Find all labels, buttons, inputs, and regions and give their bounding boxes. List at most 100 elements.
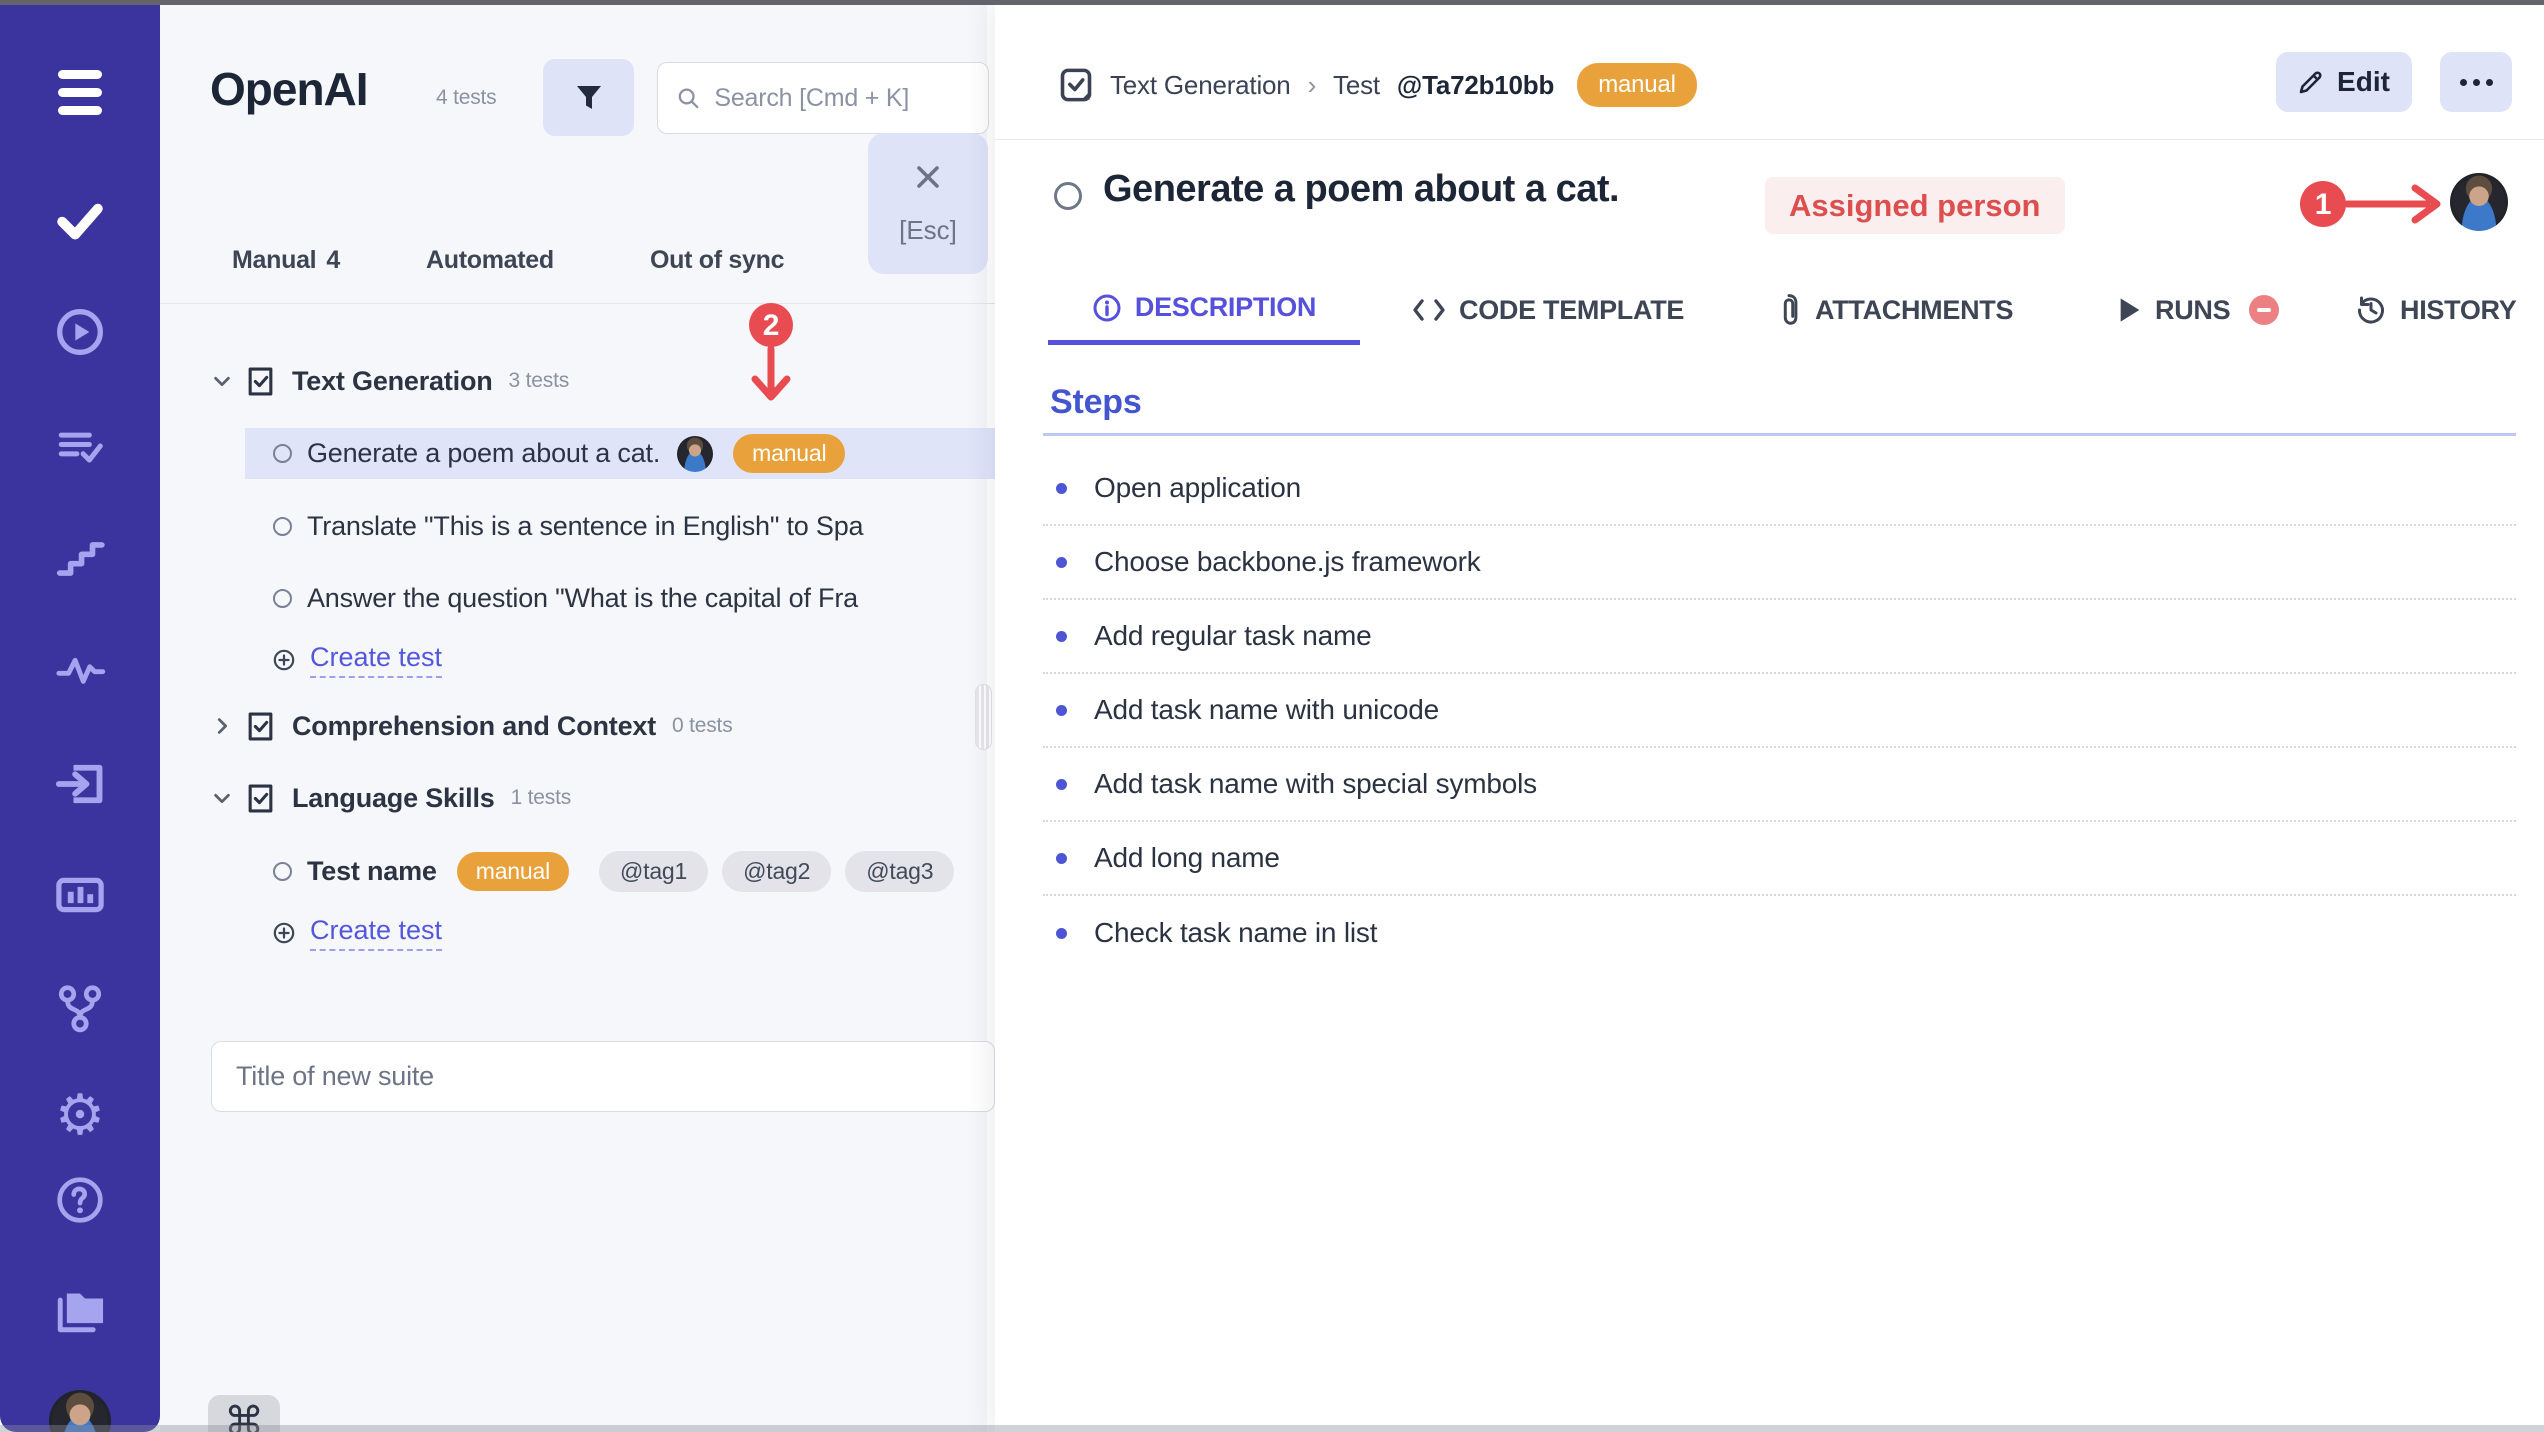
suite-name: Language Skills [292,783,495,814]
breadcrumb-suite-link[interactable]: Text Generation [1110,70,1291,101]
pencil-icon [2298,69,2324,95]
sidebar-item-test-runs[interactable] [0,302,160,362]
assignee-avatar[interactable] [2450,173,2508,231]
step-item: Add task name with unicode [1043,674,2516,748]
chevron-right-icon [211,715,233,737]
bullet-icon [1056,928,1067,939]
suite-row-text-generation[interactable]: Text Generation 3 tests [160,355,995,407]
runs-blocked-badge [2249,295,2279,325]
step-item: Add long name [1043,822,2516,896]
horizontal-scrollbar[interactable] [0,1425,2544,1432]
test-row-translate[interactable]: Translate "This is a sentence in English… [160,500,995,552]
suite-document-icon [247,366,274,397]
test-row-test-name[interactable]: Test name manual @tag1 @tag2 @tag3 [160,845,995,897]
sidebar-item-activity[interactable] [0,640,160,700]
list-check-icon [55,421,105,471]
sidebar-item-projects[interactable] [0,1280,160,1340]
steps-stairs-icon [55,534,105,584]
close-drawer-button[interactable]: [Esc] [868,133,988,274]
test-status-icon [273,444,292,463]
test-row-answer-question[interactable]: Answer the question "What is the capital… [160,572,995,624]
tabs-divider [160,303,995,304]
suite-row-comprehension[interactable]: Comprehension and Context 0 tests [160,700,995,752]
suite-document-icon [247,783,274,814]
search-input[interactable] [714,84,970,113]
tab-manual[interactable]: Manual 4 [232,218,340,303]
drawer-resize-handle[interactable] [975,684,992,750]
plus-circle-icon [273,922,295,944]
tab-attachments[interactable]: ATTACHMENTS [1776,275,2013,345]
sidebar-item-milestones[interactable] [0,529,160,589]
tag-pill[interactable]: @tag3 [845,851,954,892]
new-suite-title-input[interactable] [211,1041,995,1112]
sidebar-item-reports[interactable] [0,865,160,925]
suite-count: 1 tests [511,786,571,810]
assignee-avatar [677,436,713,472]
sidebar-item-settings[interactable]: ⚙ [0,1086,160,1146]
tab-runs[interactable]: RUNS [2118,275,2279,345]
suite-count: 0 tests [672,714,732,738]
filter-button[interactable] [543,59,634,136]
app-sidebar: ⚙ [0,0,160,1432]
breadcrumb-test-id: @Ta72b10bb [1397,70,1554,101]
esc-hint-label: [Esc] [899,215,957,246]
activity-pulse-icon [54,644,106,696]
sidebar-item-versions[interactable] [0,978,160,1038]
test-status-icon [273,517,292,536]
test-title: Generate a poem about a cat. [1103,168,1619,211]
gear-icon: ⚙ [55,1088,105,1144]
branch-icon [55,983,105,1033]
step-item: Add task name with special symbols [1043,748,2516,822]
step-item: Check task name in list [1043,896,2516,970]
plus-circle-icon [273,649,295,671]
chevron-down-icon [211,370,233,392]
bullet-icon [1056,631,1067,642]
create-test-link[interactable]: Create test [160,907,995,959]
sidebar-item-help[interactable] [0,1170,160,1230]
search-box [657,62,989,134]
tab-code-template[interactable]: CODE TEMPLATE [1412,275,1684,345]
project-tests-count: 4 tests [436,86,496,110]
tab-out-of-sync[interactable]: Out of sync [650,218,784,303]
search-icon [676,84,700,112]
chevron-down-icon [211,787,233,809]
edit-button[interactable]: Edit [2276,52,2412,112]
annotation-marker-1: 1 [2295,174,2465,234]
tab-manual-count: 4 [326,246,340,275]
steps-heading: Steps [1050,383,1142,422]
play-circle-icon [55,307,105,357]
hamburger-menu-button[interactable] [0,62,160,122]
manual-badge: manual [733,434,845,473]
close-icon [912,161,944,193]
paperclip-icon [1776,293,1802,327]
tab-automated[interactable]: Automated [426,218,554,303]
folder-icon [52,1282,108,1338]
sidebar-item-tests[interactable] [0,190,160,250]
checkmark-icon [54,194,106,246]
more-options-button[interactable] [2440,52,2512,112]
svg-text:1: 1 [2315,188,2332,221]
tag-pill[interactable]: @tag2 [722,851,831,892]
manual-badge: manual [1577,63,1697,107]
tab-description[interactable]: DESCRIPTION [1048,275,1360,345]
create-test-link[interactable]: Create test [160,634,995,686]
assigned-person-annotation: Assigned person [1765,177,2065,234]
test-row-generate-poem[interactable]: Generate a poem about a cat. manual [245,428,995,479]
steps-heading-rule [1043,433,2516,436]
breadcrumb-separator: › [1308,70,1316,101]
header-divider [995,139,2544,140]
tab-history[interactable]: HISTORY [2355,275,2516,345]
sidebar-item-test-plans[interactable] [0,416,160,476]
sidebar-item-sign-in[interactable] [0,754,160,814]
help-question-icon [55,1175,105,1225]
test-detail-panel: Text Generation › Test @Ta72b10bb manual… [995,0,2544,1432]
sign-in-icon [54,758,106,810]
step-item: Open application [1043,452,2516,526]
window-top-edge [0,0,2544,5]
bullet-icon [1056,779,1067,790]
suite-row-language-skills[interactable]: Language Skills 1 tests [160,772,995,824]
suite-count: 3 tests [509,369,569,393]
tag-pill[interactable]: @tag1 [599,851,708,892]
history-clock-icon [2355,294,2387,326]
detail-tabs: DESCRIPTION CODE TEMPLATE ATTACHMENTS RU… [995,275,2544,345]
